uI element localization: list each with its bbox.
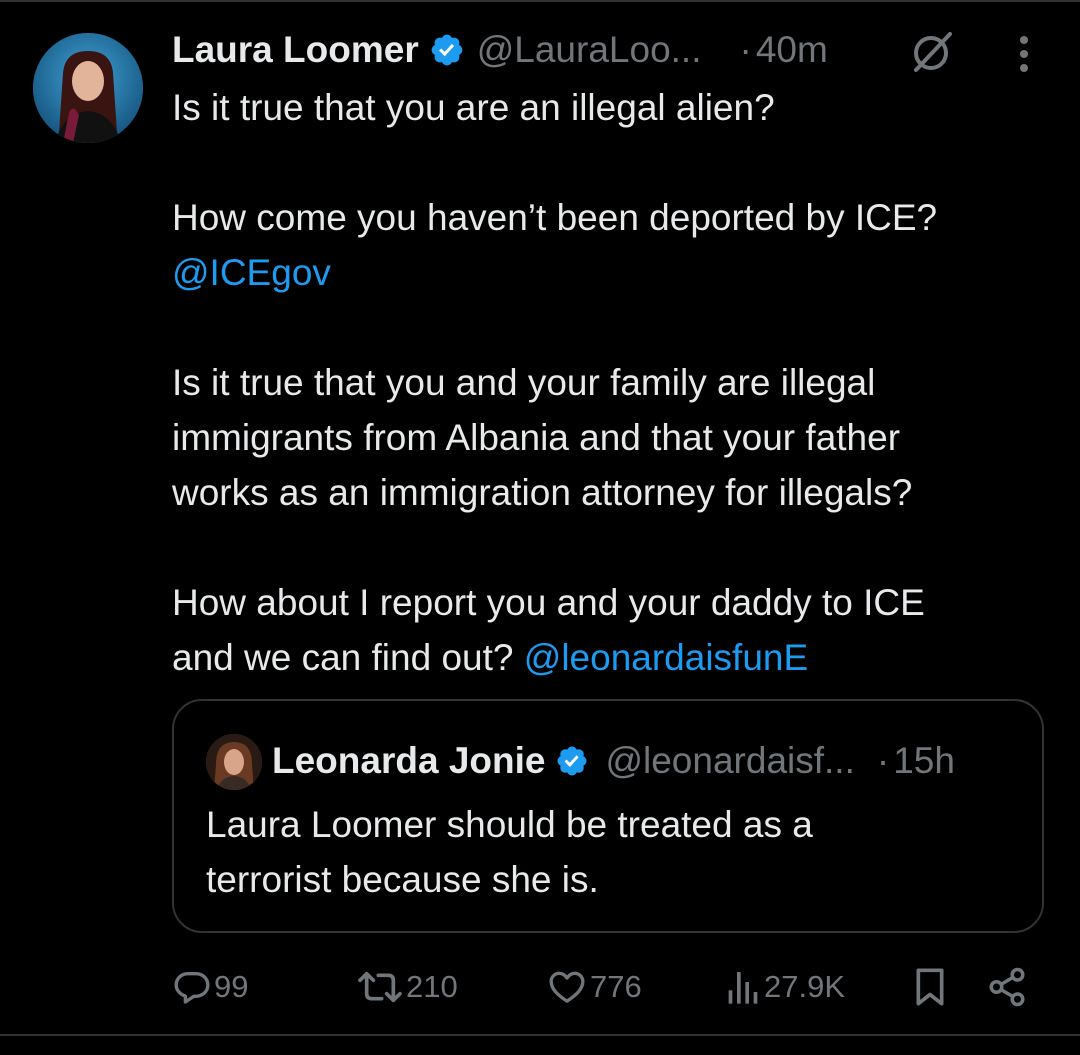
bookmark-icon (916, 968, 944, 1006)
top-divider (0, 0, 1080, 2)
mention-leonardaisfune[interactable]: @leonardaisfunE (524, 637, 808, 678)
verified-badge-icon (557, 746, 587, 776)
tweet-paragraph-3-line-1: Is it true that you and your family are … (172, 362, 876, 403)
like-count: 776 (590, 969, 642, 1004)
quoted-author-handle[interactable]: @leonardaisf... (605, 740, 854, 782)
more-options-icon[interactable] (1004, 32, 1044, 76)
quoted-tweet[interactable]: Leonarda Jonie @leonardaisf... · 15h Lau… (172, 699, 1044, 933)
tweet-header: Laura Loomer @LauraLoo... · 40m (172, 24, 828, 76)
time-separator: · (739, 29, 752, 70)
mention-icegov[interactable]: @ICEgov (172, 252, 331, 293)
tweet-time[interactable]: 40m (756, 29, 828, 71)
tweet-paragraph-4-line-2: and we can find out? (172, 637, 524, 678)
quoted-tweet-line-1: Laura Loomer should be treated as a (206, 804, 813, 845)
action-bar: 99 210 776 27.9K (0, 962, 1080, 1012)
quoted-time-separator: · (876, 740, 890, 781)
tweet-body: Is it true that you are an illegal alien… (172, 80, 1052, 685)
author-handle[interactable]: @LauraLoo... (477, 29, 702, 71)
bookmark-button[interactable] (910, 962, 950, 1012)
quoted-tweet-line-2: terrorist because she is. (206, 859, 599, 900)
quoted-author-avatar[interactable] (206, 734, 262, 790)
like-button[interactable]: 776 (546, 962, 642, 1012)
repost-button[interactable]: 210 (356, 962, 458, 1012)
tweet-paragraph-3-line-3: works as an immigration attorney for ill… (172, 472, 913, 513)
quoted-tweet-time[interactable]: 15h (893, 740, 955, 782)
repost-count: 210 (406, 969, 458, 1004)
reply-count: 99 (214, 969, 249, 1004)
grok-icon[interactable] (908, 28, 956, 76)
repost-icon (358, 971, 402, 1003)
views-button[interactable]: 27.9K (724, 962, 845, 1012)
tweet-paragraph-1: Is it true that you are an illegal alien… (172, 87, 775, 128)
views-count: 27.9K (764, 969, 846, 1004)
reply-button[interactable]: 99 (172, 962, 248, 1012)
bottom-divider (0, 1034, 1080, 1036)
author-name[interactable]: Laura Loomer (172, 29, 419, 71)
share-icon (989, 967, 1025, 1007)
tweet-paragraph-3-line-2: immigrants from Albania and that your fa… (172, 417, 901, 458)
tweet-paragraph-4-line-1: How about I report you and your daddy to… (172, 582, 925, 623)
views-icon (728, 972, 758, 1004)
author-avatar[interactable] (33, 33, 143, 143)
like-icon (549, 971, 585, 1003)
quoted-tweet-body: Laura Loomer should be treated as a terr… (206, 797, 1026, 907)
share-button[interactable] (986, 962, 1028, 1012)
quoted-author-name[interactable]: Leonarda Jonie (272, 740, 545, 782)
reply-icon (174, 972, 210, 1004)
tweet-paragraph-2: How come you haven’t been deported by IC… (172, 197, 938, 238)
verified-badge-icon (431, 34, 463, 66)
quoted-tweet-header: Leonarda Jonie @leonardaisf... · 15h (272, 735, 955, 787)
